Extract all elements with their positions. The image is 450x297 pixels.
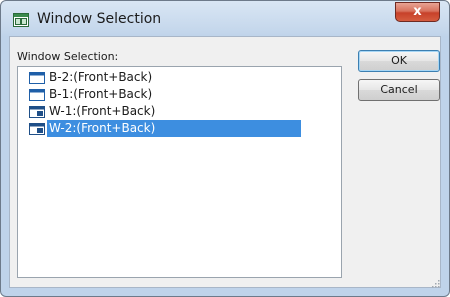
list-label: Window Selection: bbox=[17, 50, 119, 63]
ok-button[interactable]: OK bbox=[358, 50, 440, 72]
list-item-label: B-2:(Front+Back) bbox=[49, 70, 153, 84]
list-item-label: B-1:(Front+Back) bbox=[49, 87, 153, 101]
window-icon bbox=[29, 71, 45, 84]
list-item-b2[interactable]: B-2:(Front+Back) bbox=[19, 69, 154, 86]
resize-grip-icon[interactable] bbox=[432, 280, 440, 288]
list-item-b1[interactable]: B-1:(Front+Back) bbox=[19, 86, 154, 103]
close-button[interactable]: x bbox=[395, 2, 440, 22]
close-icon: x bbox=[413, 4, 422, 19]
window-title: Window Selection bbox=[37, 11, 162, 27]
app-icon bbox=[13, 13, 29, 27]
list-item-label: W-1:(Front+Back) bbox=[49, 104, 156, 118]
cancel-button[interactable]: Cancel bbox=[358, 79, 440, 101]
window-tiled-icon bbox=[29, 105, 45, 118]
window-icon bbox=[29, 88, 45, 101]
list-item-w2[interactable]: W-2:(Front+Back) bbox=[19, 120, 301, 137]
title-bar[interactable]: Window Selection x bbox=[1, 1, 449, 37]
list-item-w1[interactable]: W-1:(Front+Back) bbox=[19, 103, 157, 120]
window-tiled-icon bbox=[29, 122, 45, 135]
list-item-label: W-2:(Front+Back) bbox=[47, 120, 301, 137]
window-listbox[interactable]: B-2:(Front+Back) B-1:(Front+Back) W-1:(F… bbox=[17, 66, 342, 278]
